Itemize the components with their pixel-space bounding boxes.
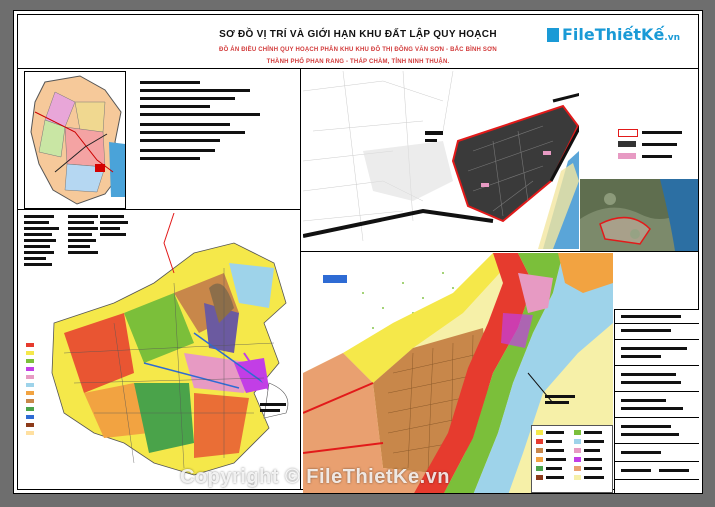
subtitle-line-1: ĐỒ ÁN ĐIỀU CHỈNH QUY HOẠCH PHÂN KHU KHU …: [219, 47, 497, 53]
header-divider: [18, 68, 698, 69]
brand-logo: FileThiếtKế.vn: [547, 25, 680, 44]
zoning-legend: [531, 425, 613, 493]
top-legend-list: [140, 79, 310, 164]
site-map-legend: [618, 129, 698, 179]
divider-left-mid: [18, 209, 300, 210]
drawing-title-block: [614, 309, 699, 493]
copyright-watermark: Copyright © FileThietKe.vn: [180, 466, 450, 488]
sheet-frame: SƠ ĐỒ VỊ TRÍ VÀ GIỚI HẠN KHU ĐẤT LẬP QUY…: [17, 14, 699, 493]
satellite-inset: [580, 179, 698, 251]
drawing-sheet: SƠ ĐỒ VỊ TRÍ VÀ GIỚI HẠN KHU ĐẤT LẬP QUY…: [13, 10, 703, 494]
city-overview-map: [24, 213, 298, 493]
planning-boundary-map: [303, 71, 579, 249]
divider-right-mid: [300, 251, 698, 252]
subtitle-line-2: THÀNH PHỐ PHAN RANG - THÁP CHÀM, TỈNH NI…: [266, 59, 450, 65]
detail-zoning-map: [303, 253, 613, 493]
province-location-map: [24, 71, 126, 209]
divider-left: [300, 68, 301, 489]
